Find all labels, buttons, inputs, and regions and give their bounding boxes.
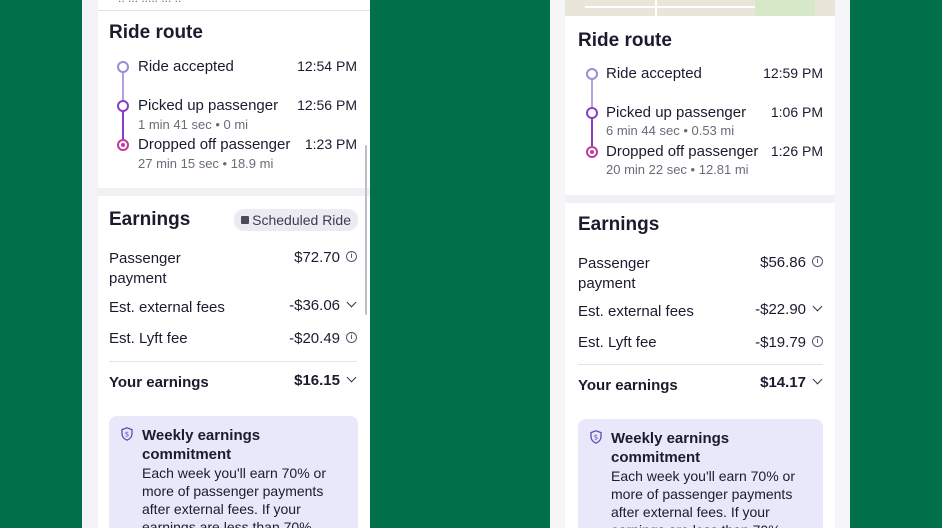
right-section-divider	[565, 195, 835, 203]
left-stop-3-label: Dropped off passenger	[138, 136, 291, 153]
left-passenger-payment-label: Passenger payment	[109, 250, 181, 287]
map-road	[655, 0, 657, 16]
info-icon[interactable]: i	[346, 332, 357, 343]
right-stop-2-detail: 6 min 44 sec • 0.53 mi	[606, 123, 735, 138]
right-screenshot: Ride route Ride accepted 12:59 PM Picked…	[385, 0, 850, 528]
left-screenshot: .. ... ..... ... .. Ride route Ride acce…	[82, 0, 370, 528]
svg-text:$: $	[594, 434, 598, 442]
left-external-fees-amount: -$36.06	[289, 297, 340, 314]
left-scrollbar[interactable]	[365, 145, 367, 315]
calendar-icon	[241, 216, 250, 225]
chevron-down-icon[interactable]	[812, 374, 823, 385]
left-stop-1-time: 12:54 PM	[297, 58, 357, 74]
right-phone-screen: Ride route Ride accepted 12:59 PM Picked…	[565, 0, 835, 528]
left-commitment-title: Weekly earnings commitment	[142, 427, 261, 463]
left-route-heading: Ride route	[109, 22, 203, 43]
right-external-fees-amount: -$22.90	[755, 301, 806, 318]
left-lyft-fee-amount: -$20.49	[289, 330, 340, 347]
right-accepted-node-icon	[586, 68, 598, 80]
left-scheduled-ride-badge: Scheduled Ride	[234, 209, 358, 231]
right-timeline-segment-1	[591, 80, 593, 107]
right-your-earnings-label: Your earnings	[578, 377, 678, 394]
left-passenger-payment-amount: $72.70	[294, 249, 340, 266]
shield-dollar-icon: $	[590, 430, 602, 444]
left-weekly-commitment-card: $ Weekly earnings commitment Each week y…	[109, 416, 358, 528]
right-stop-1-label: Ride accepted	[606, 65, 702, 82]
right-map-strip	[565, 0, 835, 16]
left-pickup-node-icon	[117, 100, 129, 112]
left-dropoff-node-icon	[117, 139, 129, 151]
left-section-divider	[98, 188, 370, 196]
right-stop-3-time: 1:26 PM	[770, 143, 823, 159]
right-your-earnings-amount: $14.17	[760, 374, 806, 391]
left-earnings-heading: Earnings	[109, 209, 191, 230]
right-passenger-payment-amount: $56.86	[760, 254, 806, 271]
right-timeline-segment-2	[591, 118, 593, 146]
right-dropoff-node-icon	[586, 146, 598, 158]
info-icon[interactable]: i	[812, 256, 823, 267]
right-commitment-title: Weekly earnings commitment	[611, 430, 730, 466]
left-earnings-divider	[109, 361, 357, 362]
chevron-down-icon[interactable]	[346, 297, 357, 308]
left-lyft-fee-label: Est. Lyft fee	[109, 330, 188, 347]
left-timeline-segment-2	[122, 111, 124, 139]
left-phone-screen: .. ... ..... ... .. Ride route Ride acce…	[98, 0, 370, 528]
chevron-down-icon[interactable]	[346, 372, 357, 383]
left-your-earnings-amount: $16.15	[294, 372, 340, 389]
left-your-earnings-label: Your earnings	[109, 374, 209, 391]
left-stop-2-detail: 1 min 41 sec • 0 mi	[138, 117, 249, 132]
map-park	[755, 0, 815, 16]
left-top-card: .. ... ..... ... ..	[98, 0, 370, 11]
right-stop-2-time: 1:06 PM	[770, 104, 823, 120]
info-icon[interactable]: i	[346, 251, 357, 262]
svg-text:$: $	[125, 431, 129, 439]
right-earnings-heading: Earnings	[578, 214, 660, 235]
info-icon[interactable]: i	[812, 336, 823, 347]
left-external-fees-label: Est. external fees	[109, 299, 225, 316]
left-stop-3-detail: 27 min 15 sec • 18.9 mi	[138, 156, 274, 171]
right-earnings-divider	[578, 364, 823, 365]
left-commitment-body: Each week you'll earn 70% or more of pas…	[142, 465, 326, 528]
right-weekly-commitment-card: $ Weekly earnings commitment Each week y…	[578, 419, 823, 528]
left-badge-label: Scheduled Ride	[252, 212, 351, 228]
right-external-fees-label: Est. external fees	[578, 303, 694, 320]
right-passenger-payment-label: Passenger payment	[578, 255, 650, 292]
chevron-down-icon[interactable]	[812, 301, 823, 312]
left-stop-2-label: Picked up passenger	[138, 97, 279, 114]
right-stop-3-label: Dropped off passenger	[606, 143, 759, 160]
right-stop-3-detail: 20 min 22 sec • 12.81 mi	[606, 162, 749, 177]
left-stop-2-time: 12:56 PM	[297, 97, 357, 113]
left-accepted-node-icon	[117, 61, 129, 73]
left-timeline-segment-1	[122, 73, 124, 101]
right-left-margin	[550, 0, 565, 528]
right-lyft-fee-label: Est. Lyft fee	[578, 334, 657, 351]
right-stop-1-time: 12:59 PM	[763, 65, 823, 81]
shield-dollar-icon: $	[121, 427, 133, 441]
right-pickup-node-icon	[586, 107, 598, 119]
right-route-heading: Ride route	[578, 30, 672, 51]
right-stop-2-label: Picked up passenger	[606, 104, 747, 121]
right-commitment-body: Each week you'll earn 70% or more of pas…	[611, 468, 795, 528]
left-top-fragment: .. ... ..... ... ..	[118, 0, 181, 5]
right-right-margin	[835, 0, 850, 528]
left-stop-1-label: Ride accepted	[138, 58, 234, 75]
right-lyft-fee-amount: -$19.79	[755, 334, 806, 351]
left-stop-3-time: 1:23 PM	[304, 136, 357, 152]
